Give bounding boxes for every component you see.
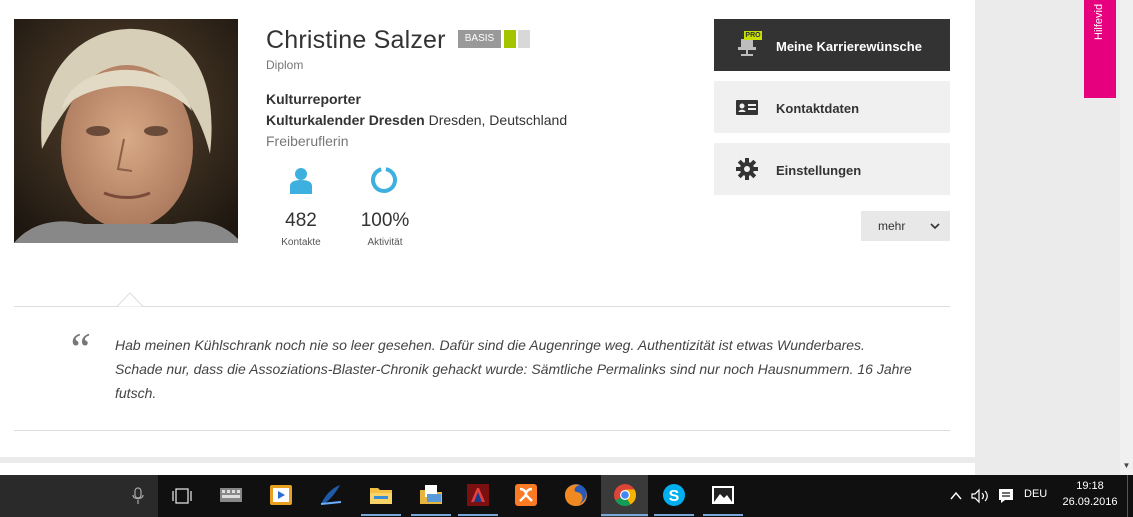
career-wishes-button[interactable]: Meine Karrierewünsche xyxy=(714,19,950,71)
next-card xyxy=(0,463,975,475)
clock-time[interactable]: 19:18 xyxy=(1060,480,1120,492)
activity-label: Aktivität xyxy=(367,237,403,248)
scrollbar[interactable] xyxy=(1120,0,1133,475)
svg-text:S: S xyxy=(669,488,680,505)
help-video-tab[interactable]: Hilfevid xyxy=(1084,0,1116,98)
clock-date[interactable]: 26.09.2016 xyxy=(1060,496,1120,508)
contacts-label: Kontakte xyxy=(281,237,321,248)
skype-active-indicator xyxy=(654,514,694,516)
section-pointer xyxy=(116,292,144,307)
photos-icon[interactable] xyxy=(710,482,736,508)
section-divider-bottom xyxy=(14,430,950,431)
section-divider xyxy=(14,306,950,307)
input-language[interactable]: DEU xyxy=(1024,488,1047,500)
profile-company-line: Kulturkalender Dresden Dresden, Deutschl… xyxy=(266,112,567,128)
membership-level-filled xyxy=(504,30,516,48)
activity-ring-icon xyxy=(369,165,399,195)
microphone-icon[interactable] xyxy=(132,487,144,505)
profile-quote: Hab meinen Kühlschrank noch nie so leer … xyxy=(115,337,912,401)
documents-app-icon[interactable] xyxy=(418,482,444,508)
quote-mark-icon: “ xyxy=(66,323,92,374)
firefox-icon[interactable] xyxy=(563,482,589,508)
photos-active-indicator xyxy=(703,514,743,516)
membership-level-empty xyxy=(518,30,530,48)
pro-badge: PRO xyxy=(744,31,762,40)
contacts-count[interactable]: 482 xyxy=(266,210,336,232)
more-label: mehr xyxy=(878,219,906,233)
notification-icon[interactable] xyxy=(997,487,1015,505)
skype-icon[interactable]: S xyxy=(661,482,687,508)
file-explorer-icon[interactable] xyxy=(368,482,394,508)
show-desktop-button[interactable] xyxy=(1127,475,1133,517)
game-app-icon[interactable] xyxy=(465,482,491,508)
keyboard-app-icon[interactable] xyxy=(218,482,244,508)
contacts-person-icon[interactable] xyxy=(289,166,313,194)
contact-card-icon xyxy=(734,95,760,119)
scroll-down-arrow[interactable]: ▼ xyxy=(1120,459,1133,472)
profile-location: Dresden, Deutschland xyxy=(428,112,568,128)
contact-details-button[interactable]: Kontaktdaten xyxy=(714,81,950,133)
chrome-icon[interactable] xyxy=(612,482,638,508)
game-active-indicator xyxy=(458,514,498,516)
more-dropdown-button[interactable]: mehr xyxy=(861,211,950,241)
contact-details-label: Kontaktdaten xyxy=(776,101,860,116)
profile-employment: Freiberuflerin xyxy=(266,133,349,149)
settings-button[interactable]: Einstellungen xyxy=(714,143,950,195)
settings-label: Einstellungen xyxy=(776,163,862,178)
task-view-icon[interactable] xyxy=(171,487,193,505)
volume-icon[interactable] xyxy=(970,488,990,504)
profile-degree: Diplom xyxy=(266,58,304,72)
media-player-icon[interactable] xyxy=(268,482,294,508)
taskbar: S DEU 19:18 26.09.2016 xyxy=(0,475,1133,517)
profile-name: Christine Salzer xyxy=(266,26,446,54)
career-wishes-label: Meine Karrierewünsche xyxy=(776,39,922,54)
activity-value: 100% xyxy=(360,210,410,231)
file-explorer-active-indicator xyxy=(361,514,401,516)
xampp-icon[interactable] xyxy=(513,482,539,508)
chevron-up-icon[interactable] xyxy=(949,489,963,503)
gear-icon xyxy=(734,157,760,181)
profile-company[interactable]: Kulturkalender Dresden xyxy=(266,112,425,128)
membership-badge: BASIS xyxy=(458,30,501,48)
profile-photo[interactable] xyxy=(14,19,238,243)
chrome-active-indicator xyxy=(601,514,648,516)
cyberlink-icon[interactable] xyxy=(318,482,344,508)
profile-job-title: Kulturreporter xyxy=(266,91,361,107)
chevron-down-icon xyxy=(929,220,941,232)
help-video-label: Hilfevid xyxy=(1093,3,1105,40)
documents-active-indicator xyxy=(411,514,451,516)
